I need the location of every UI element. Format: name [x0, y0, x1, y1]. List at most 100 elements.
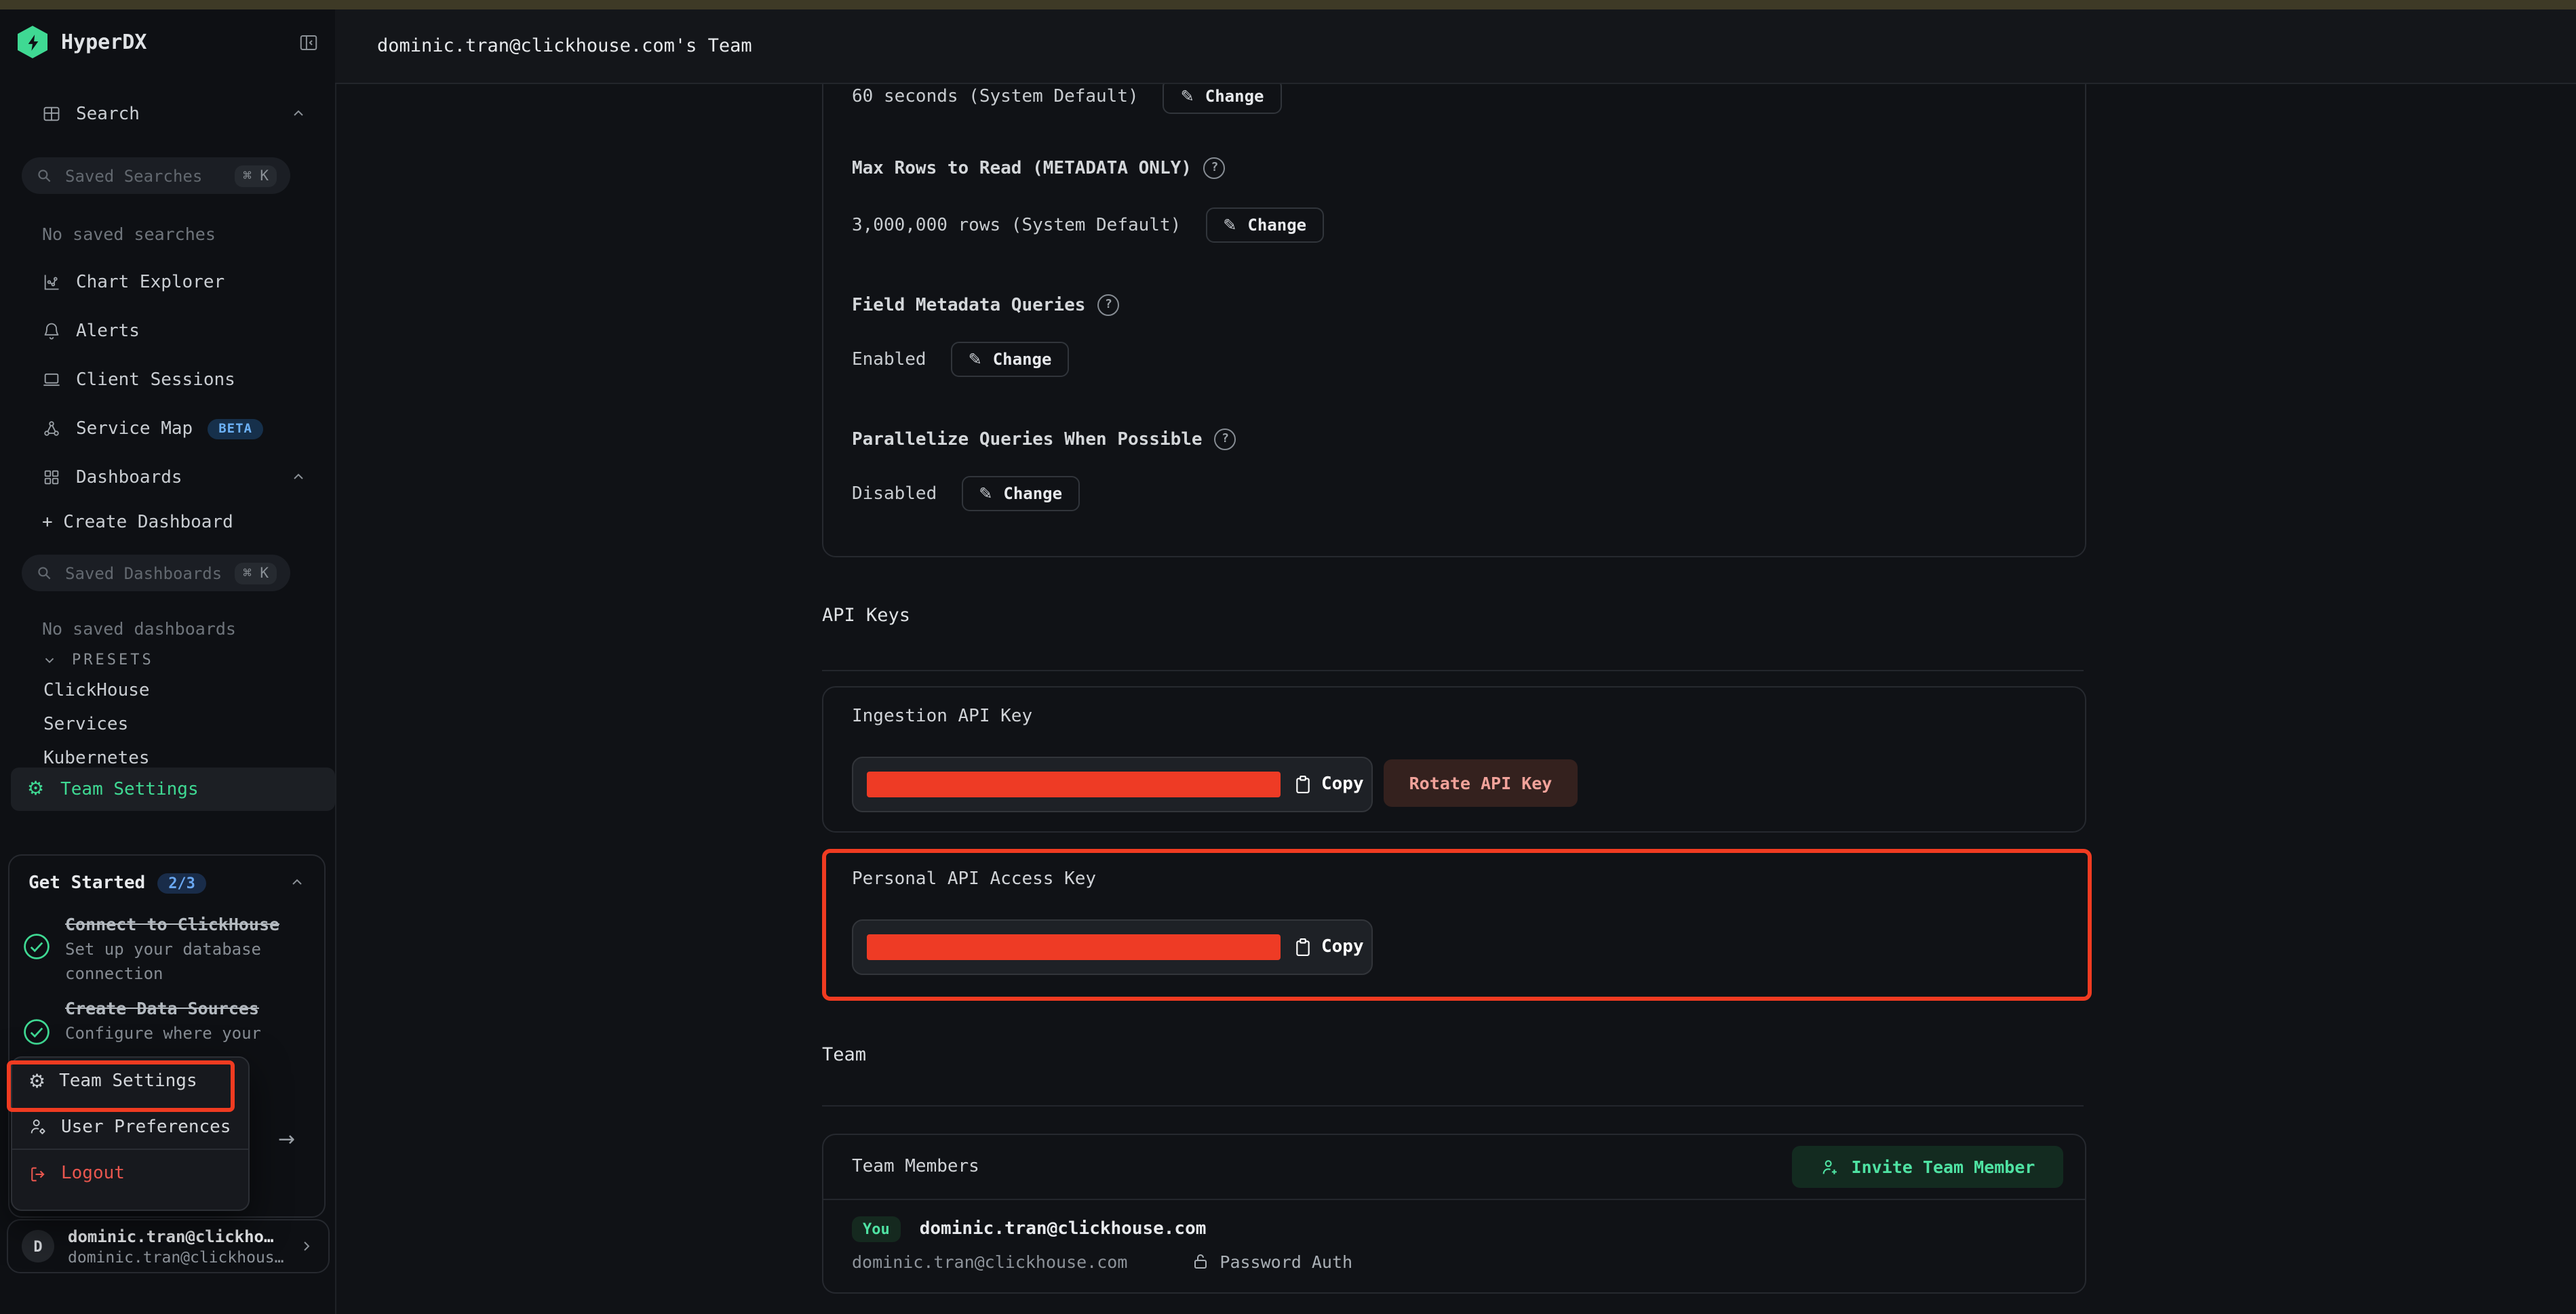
logout-icon — [28, 1164, 47, 1183]
copy-button[interactable]: Copy — [1294, 772, 1364, 797]
create-dashboard-button[interactable]: + Create Dashboard — [42, 513, 233, 533]
sidebar-item-client-sessions[interactable]: Client Sessions — [42, 361, 307, 399]
member-details-row: dominic.tran@clickhouse.com Password Aut… — [852, 1252, 1352, 1272]
check-circle-icon — [22, 932, 52, 961]
rotate-api-key-button[interactable]: Rotate API Key — [1384, 759, 1578, 807]
no-saved-dashboards-text: No saved dashboards — [42, 618, 236, 639]
top-accent-strip — [0, 0, 2576, 9]
user-card[interactable]: D dominic.tran@clickho… dominic.tran@cli… — [7, 1219, 330, 1273]
section-divider — [822, 670, 2084, 671]
presets-label: PRESETS — [72, 650, 154, 668]
api-keys-heading: API Keys — [822, 605, 910, 626]
preset-clickhouse[interactable]: ClickHouse — [43, 681, 150, 701]
query-settings-card: 60 seconds (System Default) ✎ Change Max… — [822, 83, 2086, 557]
setting-value: 60 seconds (System Default) — [852, 86, 1139, 106]
sidebar-item-team-settings[interactable]: ⚙ Team Settings — [11, 768, 335, 811]
progress-badge: 2/3 — [157, 873, 206, 893]
saved-searches-placeholder: Saved Searches — [65, 166, 222, 185]
setting-label: Field Metadata Queries — [852, 295, 1085, 315]
member-name: dominic.tran@clickhouse.com — [920, 1219, 1207, 1239]
service-map-icon — [42, 419, 61, 438]
arrow-right-icon[interactable]: → — [278, 1127, 295, 1151]
sidebar-item-chart-explorer[interactable]: Chart Explorer — [42, 263, 307, 301]
sidebar-item-search[interactable]: Search — [42, 96, 307, 132]
saved-dashboards-placeholder: Saved Dashboards — [65, 563, 222, 582]
sidebar-item-label: Alerts — [76, 321, 140, 341]
menu-item-label: Team Settings — [59, 1071, 197, 1092]
user-popup-menu: ⚙ Team Settings User Preferences Logout — [11, 1056, 250, 1211]
redacted-api-key — [867, 772, 1281, 797]
pencil-icon: ✎ — [1181, 87, 1194, 106]
change-button[interactable]: ✎ Change — [1163, 83, 1282, 114]
gear-icon: ⚙ — [28, 1072, 45, 1091]
card-divider — [823, 1199, 2085, 1200]
step-title[interactable]: Create Data Sources — [65, 998, 259, 1018]
gear-icon: ⚙ — [27, 780, 44, 799]
invite-team-member-button[interactable]: Invite Team Member — [1792, 1146, 2063, 1188]
sidebar-item-label: Search — [76, 104, 140, 124]
brand-row: HyperDX — [18, 24, 319, 60]
team-members-card: Team Members Invite Team Member You domi… — [822, 1134, 2086, 1294]
change-button[interactable]: ✎ Change — [951, 342, 1070, 377]
check-circle-icon — [22, 1017, 52, 1047]
chevron-right-icon — [298, 1238, 315, 1254]
step-title[interactable]: Connect to ClickHouse — [65, 914, 279, 934]
ingestion-key-label: Ingestion API Key — [852, 706, 1032, 727]
get-started-title: Get Started — [28, 873, 145, 893]
bell-icon — [42, 321, 61, 340]
help-icon[interactable]: ? — [1215, 429, 1236, 450]
change-button[interactable]: ✎ Change — [961, 476, 1080, 511]
preset-services[interactable]: Services — [43, 715, 128, 735]
team-member-row: You dominic.tran@clickhouse.com — [852, 1216, 1206, 1242]
menu-item-logout[interactable]: Logout — [12, 1150, 248, 1197]
menu-item-label: User Preferences — [61, 1117, 231, 1137]
hyperdx-logo-icon — [18, 26, 47, 58]
saved-dashboards-input[interactable]: Saved Dashboards ⌘ K — [22, 555, 290, 591]
team-members-title: Team Members — [852, 1157, 979, 1177]
chart-explorer-icon — [42, 273, 61, 292]
personal-key-label: Personal API Access Key — [852, 869, 1096, 890]
search-section-icon — [42, 104, 61, 123]
sidebar-item-dashboards[interactable]: Dashboards — [42, 458, 307, 496]
search-icon — [35, 564, 53, 582]
you-badge: You — [852, 1216, 901, 1242]
help-icon[interactable]: ? — [1204, 157, 1226, 179]
setting-label: Max Rows to Read (METADATA ONLY) — [852, 158, 1192, 178]
redacted-api-key — [867, 934, 1281, 960]
chevron-up-icon[interactable] — [290, 469, 307, 485]
sidebar-item-label: Team Settings — [60, 779, 199, 799]
preset-kubernetes[interactable]: Kubernetes — [43, 749, 150, 769]
setting-value: Disabled — [852, 483, 937, 504]
menu-item-user-preferences[interactable]: User Preferences — [12, 1105, 248, 1149]
change-button[interactable]: ✎ Change — [1205, 207, 1324, 243]
setting-value: Enabled — [852, 349, 926, 370]
saved-searches-input[interactable]: Saved Searches ⌘ K — [22, 157, 290, 194]
page-header: dominic.tran@clickhouse.com's Team — [335, 9, 2576, 84]
sidebar: HyperDX Search Saved Searches ⌘ K No sav… — [0, 9, 336, 1314]
presets-toggle[interactable]: PRESETS — [42, 643, 154, 675]
ingestion-api-key-card: Ingestion API Key Copy Rotate API Key — [822, 686, 2086, 833]
user-gear-icon — [28, 1117, 47, 1136]
monitor-icon — [42, 370, 61, 389]
copy-button[interactable]: Copy — [1294, 934, 1364, 960]
help-icon[interactable]: ? — [1097, 294, 1119, 316]
ingestion-key-field: Copy — [852, 757, 1373, 812]
sidebar-item-alerts[interactable]: Alerts — [42, 312, 307, 350]
shortcut-kbd: ⌘ K — [235, 165, 277, 186]
collapse-sidebar-icon[interactable] — [298, 32, 319, 52]
personal-key-field: Copy — [852, 919, 1373, 975]
section-divider — [822, 1105, 2084, 1107]
user-plus-icon — [1820, 1157, 1839, 1176]
team-heading: Team — [822, 1044, 866, 1066]
shortcut-kbd: ⌘ K — [235, 562, 277, 584]
chevron-down-icon — [42, 652, 57, 666]
clipboard-icon — [1294, 774, 1312, 795]
chevron-up-icon[interactable] — [290, 106, 307, 122]
chevron-up-icon[interactable] — [289, 875, 305, 891]
sidebar-item-service-map[interactable]: Service Map BETA — [42, 410, 307, 447]
menu-item-team-settings[interactable]: ⚙ Team Settings — [12, 1058, 248, 1105]
setting-label: Parallelize Queries When Possible — [852, 429, 1203, 450]
lock-icon — [1192, 1253, 1209, 1271]
sidebar-item-label: Dashboards — [76, 467, 182, 487]
page-title: dominic.tran@clickhouse.com's Team — [377, 35, 752, 57]
